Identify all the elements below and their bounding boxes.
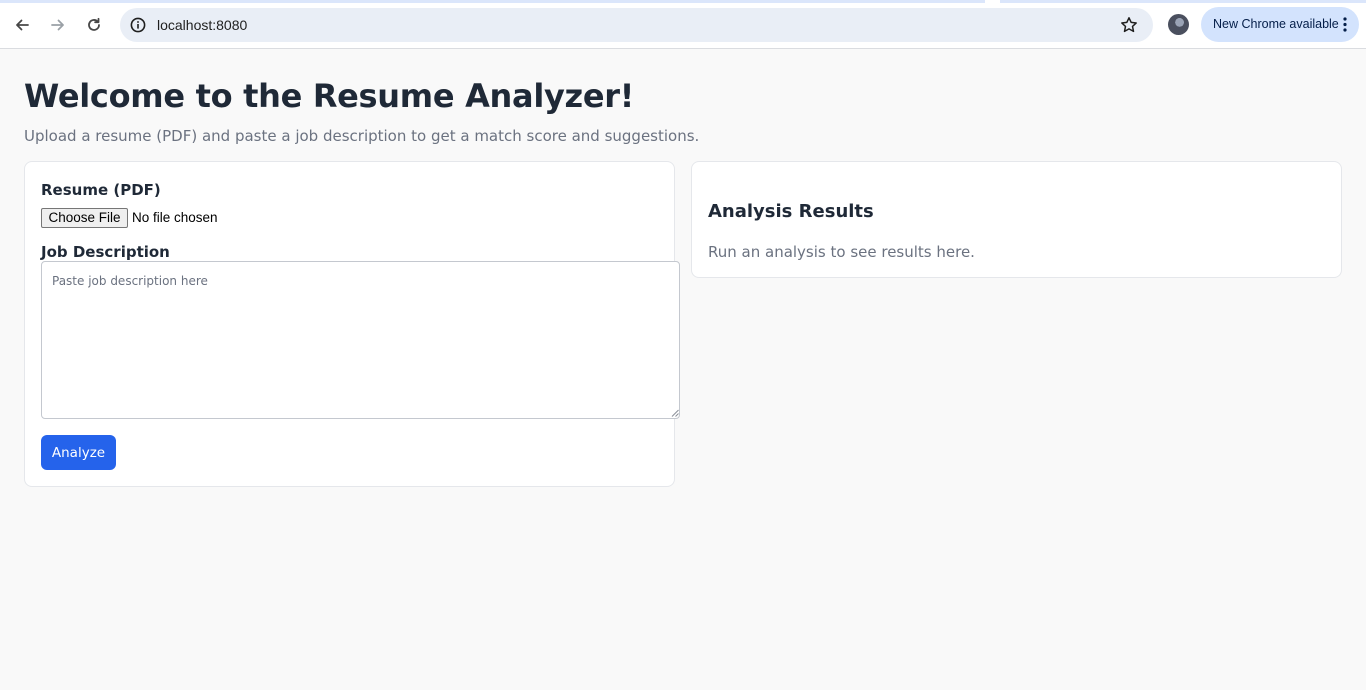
results-title: Analysis Results <box>708 201 874 222</box>
results-empty-message: Run an analysis to see results here. <box>708 243 975 261</box>
profile-avatar[interactable] <box>1168 14 1189 35</box>
chrome-update-label: New Chrome available <box>1213 17 1339 31</box>
resume-label: Resume (PDF) <box>41 181 161 199</box>
page-subtitle: Upload a resume (PDF) and paste a job de… <box>24 127 700 145</box>
arrow-back-icon <box>16 19 29 31</box>
reload-icon <box>88 17 100 31</box>
analyzer-form-card: Resume (PDF) Choose File No file chosen … <box>24 161 680 487</box>
page-title: Welcome to the Resume Analyzer! <box>24 77 635 115</box>
chrome-update-button[interactable]: New Chrome available <box>1201 7 1359 42</box>
file-status-text: No file chosen <box>132 210 218 225</box>
forward-button[interactable] <box>43 10 73 40</box>
star-icon[interactable] <box>1119 15 1139 35</box>
address-bar[interactable]: localhost:8080 <box>120 8 1153 42</box>
url-text[interactable]: localhost:8080 <box>157 16 247 34</box>
loading-bar-segment <box>1000 0 1366 3</box>
resize-handle-icon[interactable] <box>671 409 679 417</box>
arrow-forward-icon <box>51 19 64 31</box>
results-card: Analysis Results Run an analysis to see … <box>691 161 1342 278</box>
info-icon[interactable] <box>129 16 147 34</box>
reload-button[interactable] <box>79 10 109 40</box>
loading-bar <box>0 0 985 3</box>
back-button[interactable] <box>7 10 37 40</box>
analyze-button[interactable]: Analyze <box>41 435 116 470</box>
job-description-label: Job Description <box>41 243 170 261</box>
kebab-menu-icon <box>1343 17 1347 32</box>
job-description-input[interactable] <box>41 261 680 419</box>
browser-toolbar: localhost:8080 New Chrome available <box>0 0 1366 49</box>
choose-file-button[interactable]: Choose File <box>41 208 128 228</box>
